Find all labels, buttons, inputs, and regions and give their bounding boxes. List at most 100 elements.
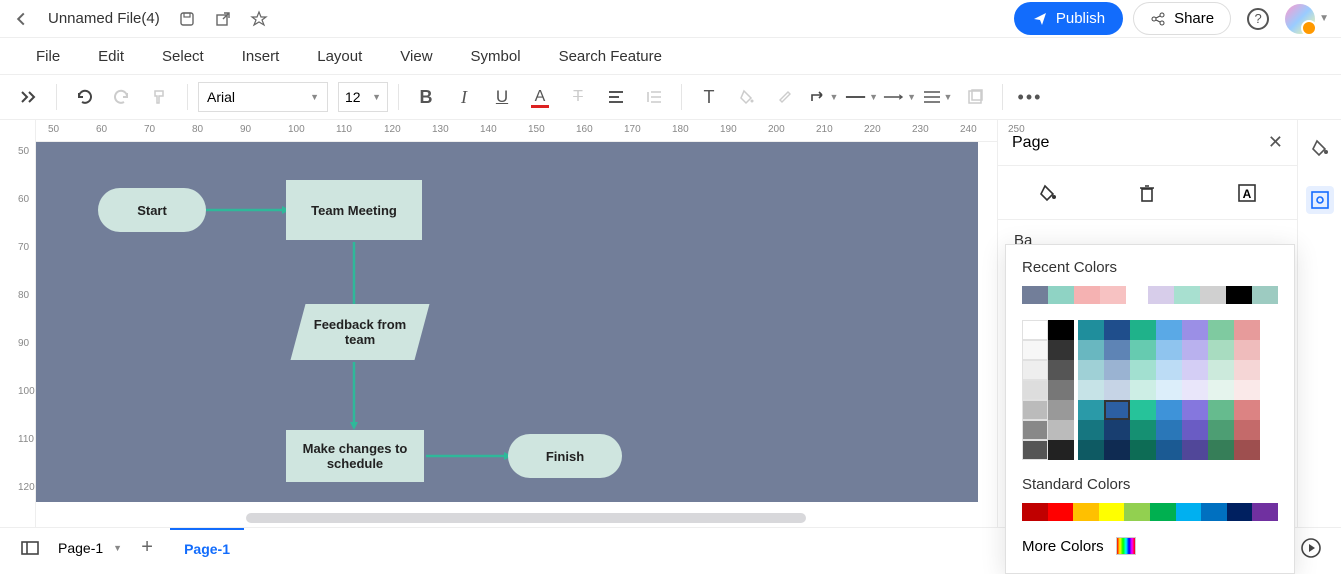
color-swatch[interactable] [1104, 360, 1130, 380]
line-spacing-icon[interactable] [637, 80, 671, 114]
star-icon[interactable] [250, 10, 268, 28]
color-swatch[interactable] [1022, 286, 1048, 304]
share-button[interactable]: Share [1133, 2, 1231, 35]
format-painter-icon[interactable] [143, 80, 177, 114]
line-style-icon[interactable]: ▼ [844, 80, 878, 114]
panel-tab-delete[interactable] [1129, 175, 1165, 211]
menu-symbol[interactable]: Symbol [471, 48, 521, 65]
italic-icon[interactable]: I [447, 80, 481, 114]
flow-changes[interactable]: Make changes to schedule [286, 430, 424, 482]
close-icon[interactable]: ✕ [1268, 132, 1283, 153]
horizontal-scrollbar[interactable] [246, 513, 806, 523]
color-swatch[interactable] [1022, 503, 1048, 521]
color-swatch[interactable] [1078, 320, 1104, 340]
color-swatch[interactable] [1182, 320, 1208, 340]
publish-button[interactable]: Publish [1014, 2, 1123, 35]
color-swatch[interactable] [1104, 380, 1130, 400]
play-icon[interactable] [1297, 534, 1325, 562]
menu-insert[interactable]: Insert [242, 48, 280, 65]
color-swatch[interactable] [1130, 320, 1156, 340]
color-swatch[interactable] [1156, 440, 1182, 460]
color-swatch[interactable] [1130, 400, 1156, 420]
color-swatch[interactable] [1048, 360, 1074, 380]
bold-icon[interactable]: B [409, 80, 443, 114]
line-color-icon[interactable] [768, 80, 802, 114]
color-swatch[interactable] [1182, 360, 1208, 380]
color-swatch[interactable] [1208, 400, 1234, 420]
font-color-icon[interactable]: A [523, 80, 557, 114]
color-swatch[interactable] [1022, 320, 1048, 340]
undo-icon[interactable] [67, 80, 101, 114]
color-swatch[interactable] [1078, 400, 1104, 420]
add-page-button[interactable]: + [132, 533, 162, 563]
panel-toggle-icon[interactable] [16, 534, 44, 562]
color-swatch[interactable] [1208, 380, 1234, 400]
rail-settings-icon[interactable] [1306, 186, 1334, 214]
color-swatch[interactable] [1174, 286, 1200, 304]
color-swatch[interactable] [1252, 503, 1278, 521]
color-swatch[interactable] [1104, 420, 1130, 440]
color-swatch[interactable] [1156, 420, 1182, 440]
color-swatch[interactable] [1234, 440, 1260, 460]
text-tool-icon[interactable]: T [692, 80, 726, 114]
expand-toolbar-icon[interactable] [12, 80, 46, 114]
color-swatch[interactable] [1182, 440, 1208, 460]
color-swatch[interactable] [1022, 400, 1048, 420]
flow-start[interactable]: Start [98, 188, 206, 232]
avatar-caret-icon[interactable]: ▼ [1319, 13, 1329, 24]
redo-icon[interactable] [105, 80, 139, 114]
canvas[interactable]: Start Team Meeting Feedback from team Ma… [36, 142, 978, 502]
color-swatch[interactable] [1078, 380, 1104, 400]
flow-feedback[interactable]: Feedback from team [290, 304, 429, 360]
color-swatch[interactable] [1074, 286, 1100, 304]
menu-view[interactable]: View [400, 48, 432, 65]
help-icon[interactable]: ? [1247, 8, 1269, 30]
color-swatch[interactable] [1156, 340, 1182, 360]
menu-select[interactable]: Select [162, 48, 204, 65]
color-swatch[interactable] [1130, 440, 1156, 460]
color-swatch[interactable] [1150, 503, 1176, 521]
color-swatch[interactable] [1234, 320, 1260, 340]
color-swatch[interactable] [1234, 380, 1260, 400]
color-swatch[interactable] [1252, 286, 1278, 304]
color-swatch[interactable] [1226, 286, 1252, 304]
color-swatch[interactable] [1048, 420, 1074, 440]
color-swatch[interactable] [1022, 380, 1048, 400]
color-swatch[interactable] [1104, 320, 1130, 340]
color-swatch[interactable] [1130, 340, 1156, 360]
back-icon[interactable] [12, 10, 30, 28]
color-swatch[interactable] [1048, 380, 1074, 400]
file-name[interactable]: Unnamed File(4) [48, 10, 160, 27]
color-swatch[interactable] [1156, 380, 1182, 400]
color-swatch[interactable] [1099, 503, 1125, 521]
color-swatch[interactable] [1048, 400, 1074, 420]
color-swatch[interactable] [1208, 320, 1234, 340]
color-swatch[interactable] [1048, 503, 1074, 521]
color-swatch[interactable] [1130, 360, 1156, 380]
connector-icon[interactable]: ▼ [806, 80, 840, 114]
color-swatch[interactable] [1156, 320, 1182, 340]
color-swatch[interactable] [1078, 360, 1104, 380]
menu-edit[interactable]: Edit [98, 48, 124, 65]
panel-tab-text[interactable]: A [1229, 175, 1265, 211]
flow-finish[interactable]: Finish [508, 434, 622, 478]
position-icon[interactable] [958, 80, 992, 114]
color-swatch[interactable] [1048, 340, 1074, 360]
strikethrough-icon[interactable]: T [561, 80, 595, 114]
color-swatch[interactable] [1182, 380, 1208, 400]
arrow-style-icon[interactable]: ▼ [882, 80, 916, 114]
color-swatch[interactable] [1208, 420, 1234, 440]
export-icon[interactable] [214, 10, 232, 28]
more-colors-button[interactable]: More Colors [1022, 537, 1278, 555]
color-swatch[interactable] [1234, 340, 1260, 360]
color-swatch[interactable] [1022, 440, 1048, 460]
color-swatch[interactable] [1078, 420, 1104, 440]
color-swatch[interactable] [1104, 340, 1130, 360]
color-swatch[interactable] [1104, 400, 1130, 420]
color-swatch[interactable] [1073, 503, 1099, 521]
color-swatch[interactable] [1104, 440, 1130, 460]
color-swatch[interactable] [1022, 340, 1048, 360]
underline-icon[interactable]: U [485, 80, 519, 114]
color-swatch[interactable] [1208, 360, 1234, 380]
color-swatch[interactable] [1208, 340, 1234, 360]
